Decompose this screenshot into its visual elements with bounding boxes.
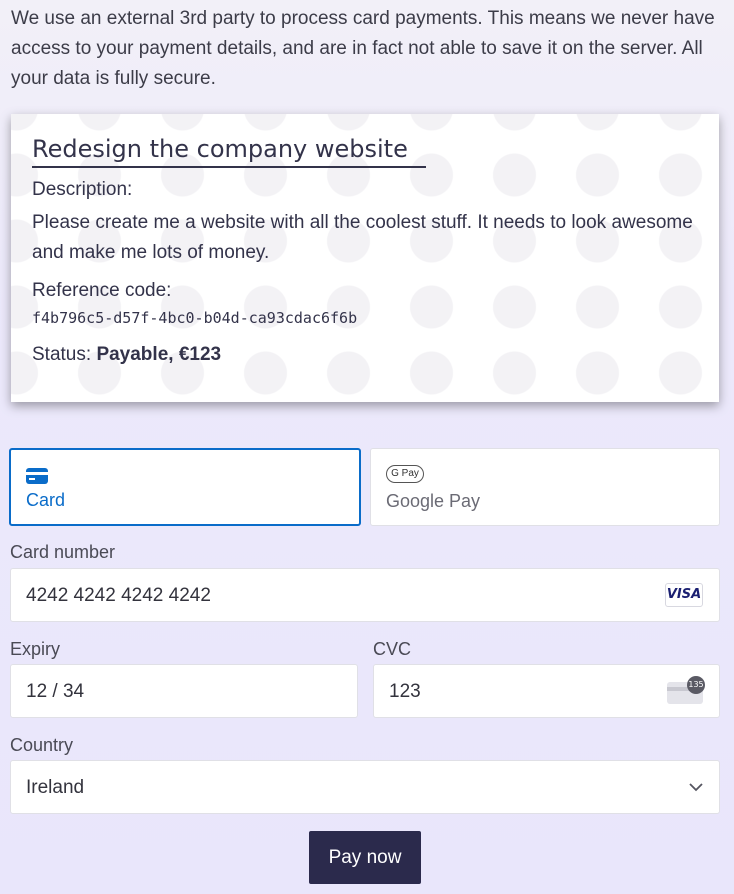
country-label: Country — [10, 735, 74, 755]
status-line: Status: Payable, €123 — [32, 344, 221, 366]
card-number-value: 4242 4242 4242 4242 — [26, 585, 211, 606]
description-text: Please create me a website with all the … — [32, 212, 693, 263]
card-number-field[interactable]: 4242 4242 4242 4242 VISA — [10, 568, 720, 622]
credit-card-icon — [26, 468, 48, 484]
reference-label: Reference code: — [32, 280, 172, 301]
tab-card[interactable]: Card — [9, 448, 361, 526]
status-label: Status: — [32, 344, 92, 365]
expiry-field[interactable]: 12 / 34 — [10, 664, 358, 718]
security-notice: We use an external 3rd party to process … — [11, 8, 715, 89]
job-card: Redesign the company website Description… — [11, 114, 719, 402]
chevron-down-icon — [689, 783, 703, 792]
cvc-field[interactable]: 123 135 — [373, 664, 720, 718]
reference-code: f4b796c5-d57f-4bc0-b04d-ca93cdac6f6b — [32, 309, 358, 327]
description-label: Description: — [32, 179, 133, 200]
pay-now-button[interactable]: Pay now — [309, 831, 421, 884]
expiry-label: Expiry — [10, 639, 61, 659]
cvc-value: 123 — [389, 681, 421, 702]
cvc-label: CVC — [373, 639, 412, 659]
tab-card-label: Card — [26, 490, 66, 510]
status-value: Payable, €123 — [96, 344, 222, 365]
google-pay-icon: G Pay — [386, 465, 424, 483]
visa-icon: VISA — [665, 583, 703, 607]
tab-google-pay[interactable]: G Pay Google Pay — [370, 448, 720, 526]
country-value: Ireland — [26, 777, 85, 798]
country-select[interactable]: Ireland — [10, 760, 720, 814]
job-title: Redesign the company website — [32, 132, 426, 168]
cvc-card-icon: 135 — [667, 676, 705, 704]
expiry-value: 12 / 34 — [26, 681, 85, 702]
card-number-label: Card number — [10, 542, 116, 562]
tab-google-pay-label: Google Pay — [386, 491, 481, 511]
